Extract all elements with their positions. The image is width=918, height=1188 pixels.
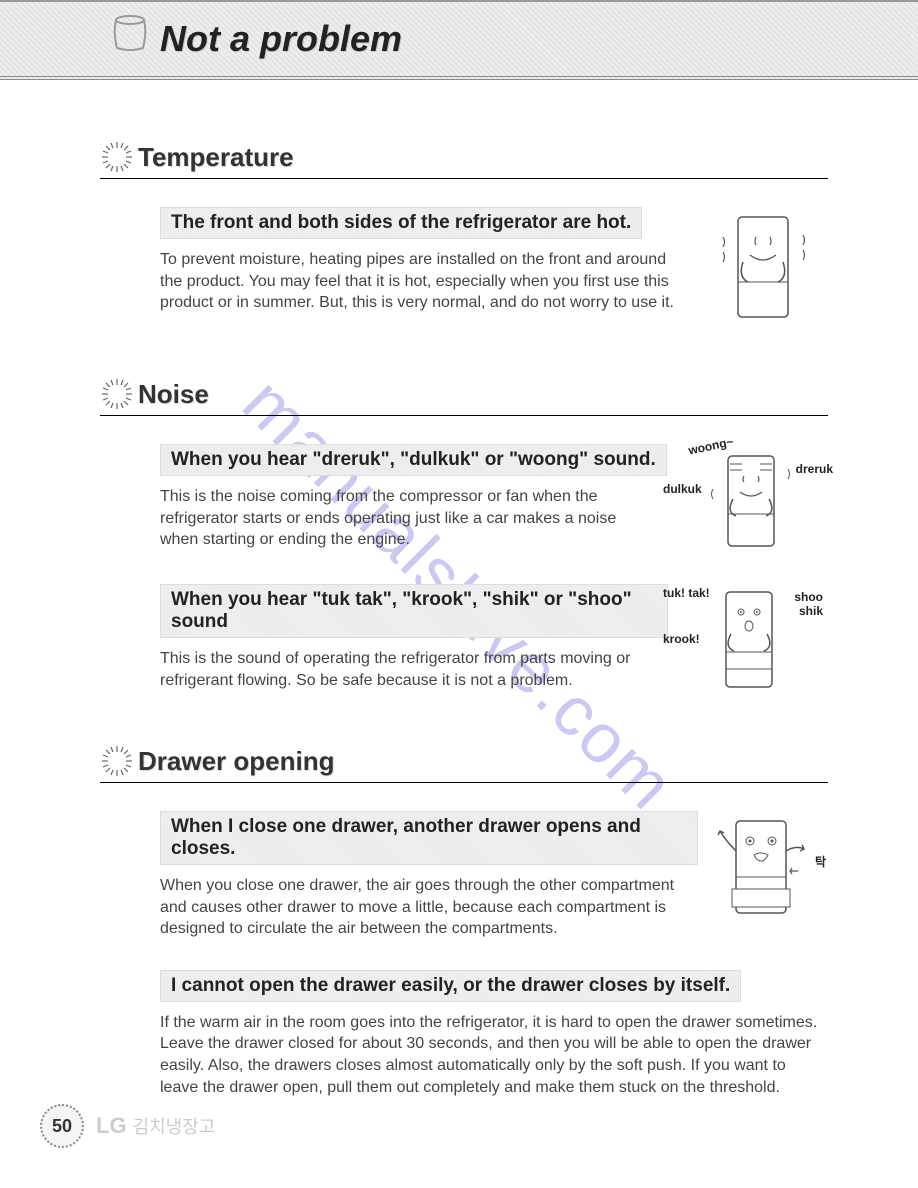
section-header: Temperature bbox=[100, 140, 828, 179]
item-row: When I close one drawer, another drawer … bbox=[160, 811, 828, 940]
item-body: When you close one drawer, the air goes … bbox=[160, 875, 698, 940]
label-krook: krook! bbox=[663, 632, 700, 646]
section-title: Noise bbox=[138, 379, 209, 410]
section-drawer: Drawer opening When I close one drawer, … bbox=[100, 744, 828, 1098]
sunburst-icon bbox=[100, 744, 134, 778]
item-title: When you hear "dreruk", "dulkuk" or "woo… bbox=[160, 444, 667, 476]
sunburst-icon bbox=[100, 377, 134, 411]
label-shik: shik bbox=[799, 604, 823, 618]
item-body: This is the noise coming from the compre… bbox=[160, 486, 668, 551]
section-header: Drawer opening bbox=[100, 744, 828, 783]
label-tuktak: tuk! tak! bbox=[663, 586, 710, 600]
item-text: The front and both sides of the refriger… bbox=[160, 207, 698, 314]
item-body: To prevent moisture, heating pipes are i… bbox=[160, 249, 698, 314]
fridge-noise2-illustration: tuk! tak! shoo shik krook! bbox=[668, 584, 828, 694]
header-band: Not a problem bbox=[0, 0, 918, 80]
section-temperature: Temperature The front and both sides of … bbox=[100, 140, 828, 327]
item-title: When you hear "tuk tak", "krook", "shik"… bbox=[160, 584, 668, 638]
label-shoo: shoo bbox=[794, 590, 823, 604]
section-title: Drawer opening bbox=[138, 746, 334, 777]
section-noise: Noise When you hear "dreruk", "dulkuk" o… bbox=[100, 377, 828, 694]
fridge-noise1-illustration: woong~ dreruk dulkuk bbox=[668, 444, 828, 554]
jar-icon bbox=[105, 12, 155, 52]
item-title: I cannot open the drawer easily, or the … bbox=[160, 970, 741, 1002]
item-body: If the warm air in the room goes into th… bbox=[160, 1012, 828, 1098]
fridge-hot-illustration bbox=[698, 207, 828, 327]
sunburst-icon bbox=[100, 140, 134, 174]
item-row: The front and both sides of the refriger… bbox=[160, 207, 828, 327]
label-tak: 탁 bbox=[815, 853, 826, 870]
item-row: I cannot open the drawer easily, or the … bbox=[160, 970, 828, 1098]
page-title: Not a problem bbox=[160, 18, 402, 60]
item-title: The front and both sides of the refriger… bbox=[160, 207, 642, 239]
item-text: When you hear "tuk tak", "krook", "shik"… bbox=[160, 584, 668, 691]
content-area: Temperature The front and both sides of … bbox=[0, 80, 918, 1098]
item-text: When you hear "dreruk", "dulkuk" or "woo… bbox=[160, 444, 668, 551]
footer-brand: LG bbox=[96, 1113, 127, 1139]
section-header: Noise bbox=[100, 377, 828, 416]
label-dreruk: dreruk bbox=[796, 462, 833, 476]
item-row: When you hear "tuk tak", "krook", "shik"… bbox=[160, 584, 828, 694]
item-text: When I close one drawer, another drawer … bbox=[160, 811, 698, 940]
label-dulkuk: dulkuk bbox=[663, 482, 702, 496]
fridge-drawer-illustration: 탁 bbox=[698, 811, 828, 921]
item-title: When I close one drawer, another drawer … bbox=[160, 811, 698, 865]
footer-korean-text: 김치냉장고 bbox=[133, 1113, 216, 1139]
page-number: 50 bbox=[40, 1104, 84, 1148]
item-row: When you hear "dreruk", "dulkuk" or "woo… bbox=[160, 444, 828, 554]
item-text: I cannot open the drawer easily, or the … bbox=[160, 970, 828, 1098]
item-body: This is the sound of operating the refri… bbox=[160, 648, 668, 691]
page-footer: 50 LG 김치냉장고 bbox=[40, 1104, 215, 1148]
section-title: Temperature bbox=[138, 142, 294, 173]
